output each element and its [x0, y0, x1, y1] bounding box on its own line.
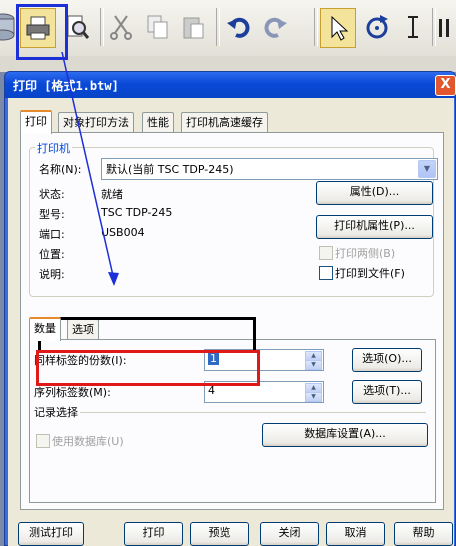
tab-quantity[interactable]: 数量 — [29, 317, 61, 341]
tab-print[interactable]: 打印 — [20, 110, 52, 134]
annotation-arrow — [61, 51, 119, 286]
